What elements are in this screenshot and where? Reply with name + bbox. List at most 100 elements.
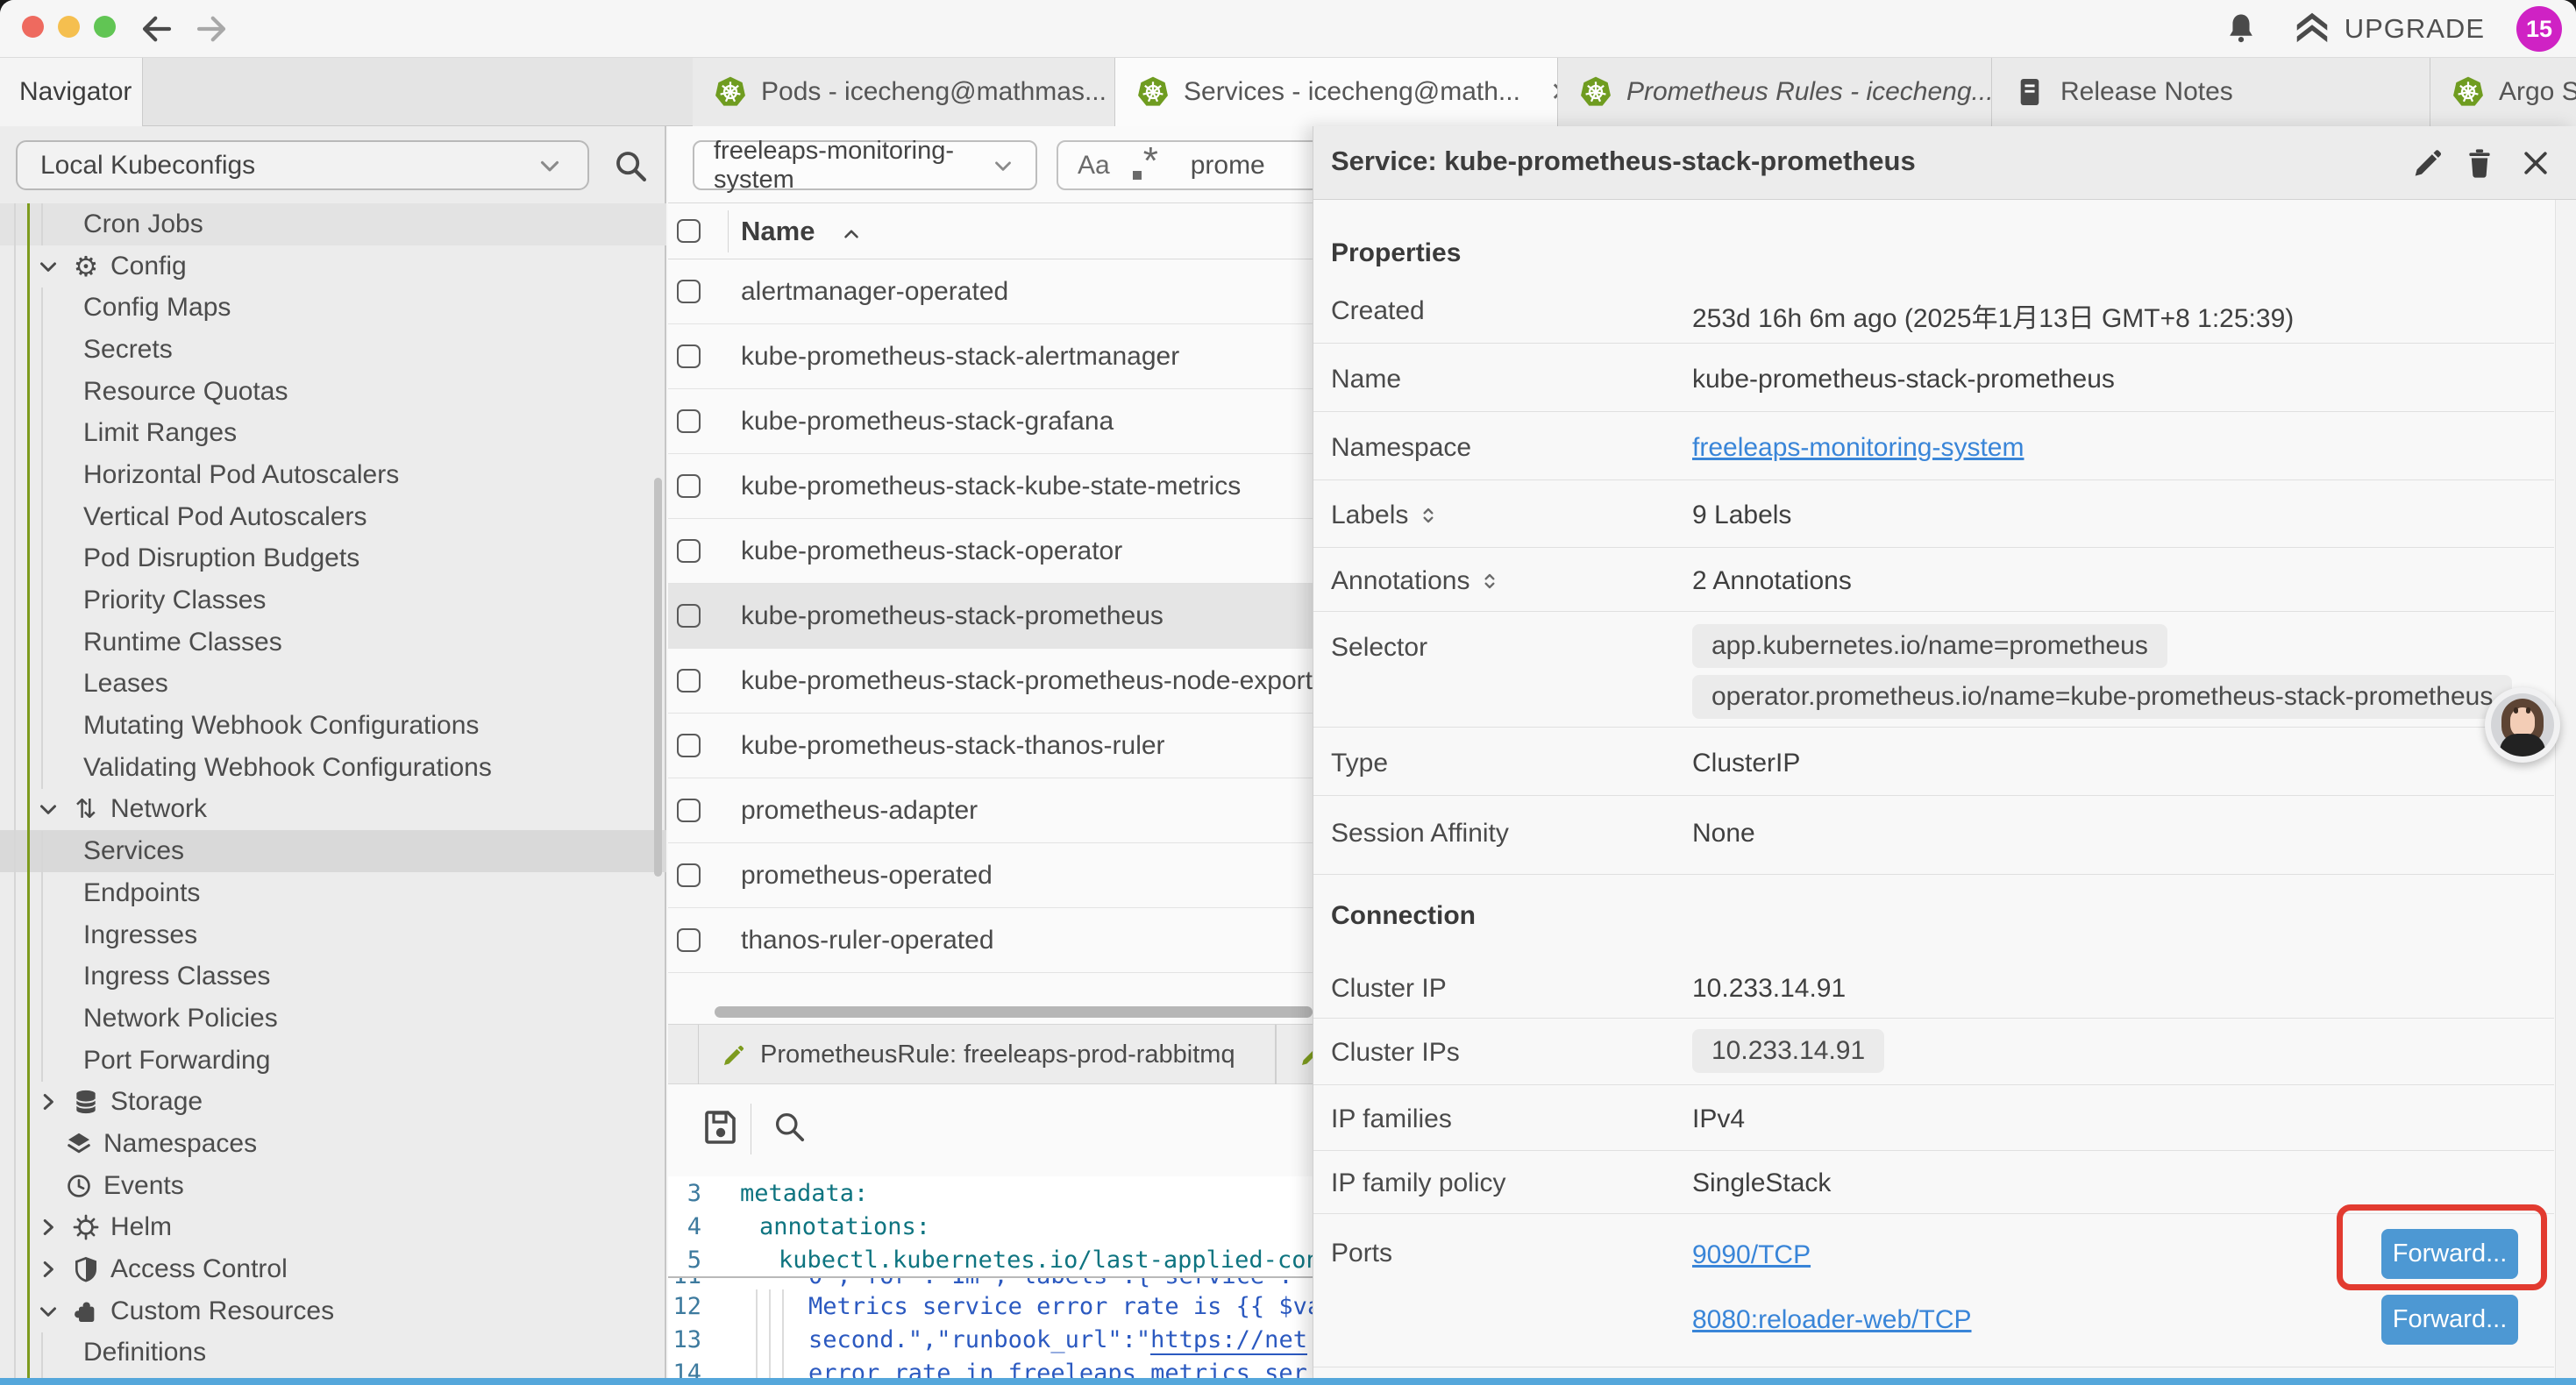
sidebar-item-mutating-webhook-configurations[interactable]: Mutating Webhook Configurations [0,705,666,747]
sidebar-item-runtime-classes[interactable]: Runtime Classes [0,621,666,664]
sidebar-item-validating-webhook-configurations[interactable]: Validating Webhook Configurations [0,747,666,789]
chevron-right-icon[interactable] [35,1089,61,1115]
close-icon[interactable] [2518,146,2553,181]
sidebar-item-leases[interactable]: Leases [0,664,666,706]
table-row-selected[interactable]: kube-prometheus-stack-prometheus [668,584,1313,649]
edit-pencil-icon[interactable] [2409,146,2444,181]
forward-button-8080[interactable]: Forward... [2381,1295,2518,1345]
trash-icon[interactable] [2462,146,2497,181]
sort-ascending-icon[interactable] [840,223,863,245]
table-row[interactable]: kube-prometheus-stack-kube-state-metrics [668,454,1313,519]
editor-tab-prometheusrule[interactable]: PrometheusRule: freeleaps-prod-rabbitmq [698,1025,1276,1085]
chevron-down-icon[interactable] [35,796,61,822]
port-link-8080[interactable]: 8080:reloader-web/TCP [1692,1305,1972,1335]
sidebar-item-ingresses[interactable]: Ingresses [0,914,666,956]
row-checkbox[interactable] [677,409,701,433]
sidebar-item-ingress-classes[interactable]: Ingress Classes [0,955,666,998]
filter-input[interactable]: Aa * prome [1057,140,1313,190]
sidebar-item-port-forwarding[interactable]: Port Forwarding [0,1040,666,1082]
row-checkbox[interactable] [677,539,701,563]
sidebar-item-network-policies[interactable]: Network Policies [0,998,666,1040]
sidebar-item-cron-jobs[interactable]: Cron Jobs [0,203,666,245]
table-row[interactable]: kube-prometheus-stack-thanos-ruler [668,714,1313,778]
row-checkbox[interactable] [677,799,701,822]
tab-pods[interactable]: Pods - icecheng@mathmas... [693,58,1115,126]
row-checkbox[interactable] [677,928,701,952]
sidebar-group-config[interactable]: ⚙ Config [0,245,666,288]
sidebar-item-priority-classes[interactable]: Priority Classes [0,579,666,621]
expand-collapse-icon[interactable] [1417,504,1440,527]
forward-arrow-icon[interactable] [193,11,230,47]
sidebar-item-resource-quotas[interactable]: Resource Quotas [0,371,666,413]
notification-count-badge[interactable]: 15 [2516,6,2562,52]
editor-tab-partial[interactable] [1276,1025,1313,1085]
helm-wheel-icon [70,1211,102,1243]
tab-services[interactable]: Services - icecheng@math... ✕ [1115,58,1558,126]
detail-scrollbar[interactable] [2555,200,2576,1385]
tab-prometheus-rules[interactable]: Prometheus Rules - icecheng... [1558,58,1992,126]
sidebar-item-services[interactable]: Services [0,830,666,872]
sidebar-group-custom-resources[interactable]: Custom Resources [0,1290,666,1332]
select-all-checkbox[interactable] [677,219,701,243]
expand-collapse-icon[interactable] [1478,570,1501,593]
table-row[interactable]: kube-prometheus-stack-operator [668,519,1313,584]
upgrade-button[interactable]: UPGRADE [2292,9,2485,49]
table-row[interactable]: thanos-ruler-operated [668,908,1313,973]
window-close-button[interactable] [22,16,44,38]
namespace-selector[interactable]: freeleaps-monitoring-system [693,140,1037,190]
row-checkbox[interactable] [677,344,701,368]
chevron-right-icon[interactable] [35,1214,61,1240]
yaml-editor[interactable]: 3metadata: 4annotations: 5kubectl.kubern… [668,1176,1313,1385]
sidebar-item-namespaces[interactable]: Namespaces [0,1123,666,1165]
editor-search-icon[interactable] [770,1107,808,1146]
chevron-right-icon[interactable] [35,1256,61,1282]
sidebar-item-config-maps[interactable]: Config Maps [0,287,666,329]
row-checkbox[interactable] [677,280,701,303]
chevron-down-icon[interactable] [35,253,61,280]
tab-navigator[interactable]: Navigator [0,58,143,126]
bell-icon[interactable] [2222,10,2260,48]
sidebar-scrollbar[interactable] [654,478,662,877]
url-link[interactable]: https://net [1150,1326,1307,1355]
sidebar-item-endpoints[interactable]: Endpoints [0,872,666,914]
table-row[interactable]: kube-prometheus-stack-prometheus-node-ex… [668,649,1313,714]
sidebar-group-storage[interactable]: Storage [0,1081,666,1123]
sidebar-item-secrets[interactable]: Secrets [0,329,666,371]
sidebar-item-definitions[interactable]: Definitions [0,1332,666,1374]
sidebar-item-limit-ranges[interactable]: Limit Ranges [0,412,666,454]
horizontal-scrollbar[interactable] [715,1006,1313,1018]
avatar[interactable] [2485,687,2560,763]
sidebar-item-horizontal-pod-autoscalers[interactable]: Horizontal Pod Autoscalers [0,454,666,496]
tab-release-notes[interactable]: Release Notes [1992,58,2430,126]
window-minimize-button[interactable] [58,16,80,38]
sidebar-group-network[interactable]: ⇅ Network [0,789,666,831]
tab-close-icon[interactable]: ✕ [1550,77,1558,108]
namespace-link[interactable]: freeleaps-monitoring-system [1692,433,2024,463]
row-checkbox[interactable] [677,863,701,887]
row-checkbox[interactable] [677,669,701,692]
regex-toggle[interactable]: * [1133,148,1168,183]
column-header-name[interactable]: Name [741,216,815,247]
kubeconfig-selector[interactable]: Local Kubeconfigs [16,140,589,190]
chevron-down-icon[interactable] [35,1298,61,1325]
sidebar-item-vertical-pod-autoscalers[interactable]: Vertical Pod Autoscalers [0,496,666,538]
search-icon[interactable] [610,146,651,186]
row-checkbox[interactable] [677,474,701,498]
table-row[interactable]: kube-prometheus-stack-alertmanager [668,324,1313,389]
port-link-9090[interactable]: 9090/TCP [1692,1240,1811,1270]
table-row[interactable]: prometheus-adapter [668,778,1313,843]
row-checkbox[interactable] [677,734,701,757]
table-row[interactable]: alertmanager-operated [668,259,1313,324]
sidebar-item-events[interactable]: Events [0,1165,666,1207]
match-case-toggle[interactable]: Aa [1078,151,1110,181]
tab-argo[interactable]: Argo Se [2430,58,2576,126]
window-zoom-button[interactable] [94,16,116,38]
back-arrow-icon[interactable] [139,11,175,47]
row-checkbox[interactable] [677,604,701,628]
table-row[interactable]: prometheus-operated [668,843,1313,908]
sidebar-item-pod-disruption-budgets[interactable]: Pod Disruption Budgets [0,538,666,580]
sidebar-group-helm[interactable]: Helm [0,1207,666,1249]
sidebar-group-access-control[interactable]: Access Control [0,1248,666,1290]
table-row[interactable]: kube-prometheus-stack-grafana [668,389,1313,454]
save-icon[interactable] [700,1105,742,1147]
